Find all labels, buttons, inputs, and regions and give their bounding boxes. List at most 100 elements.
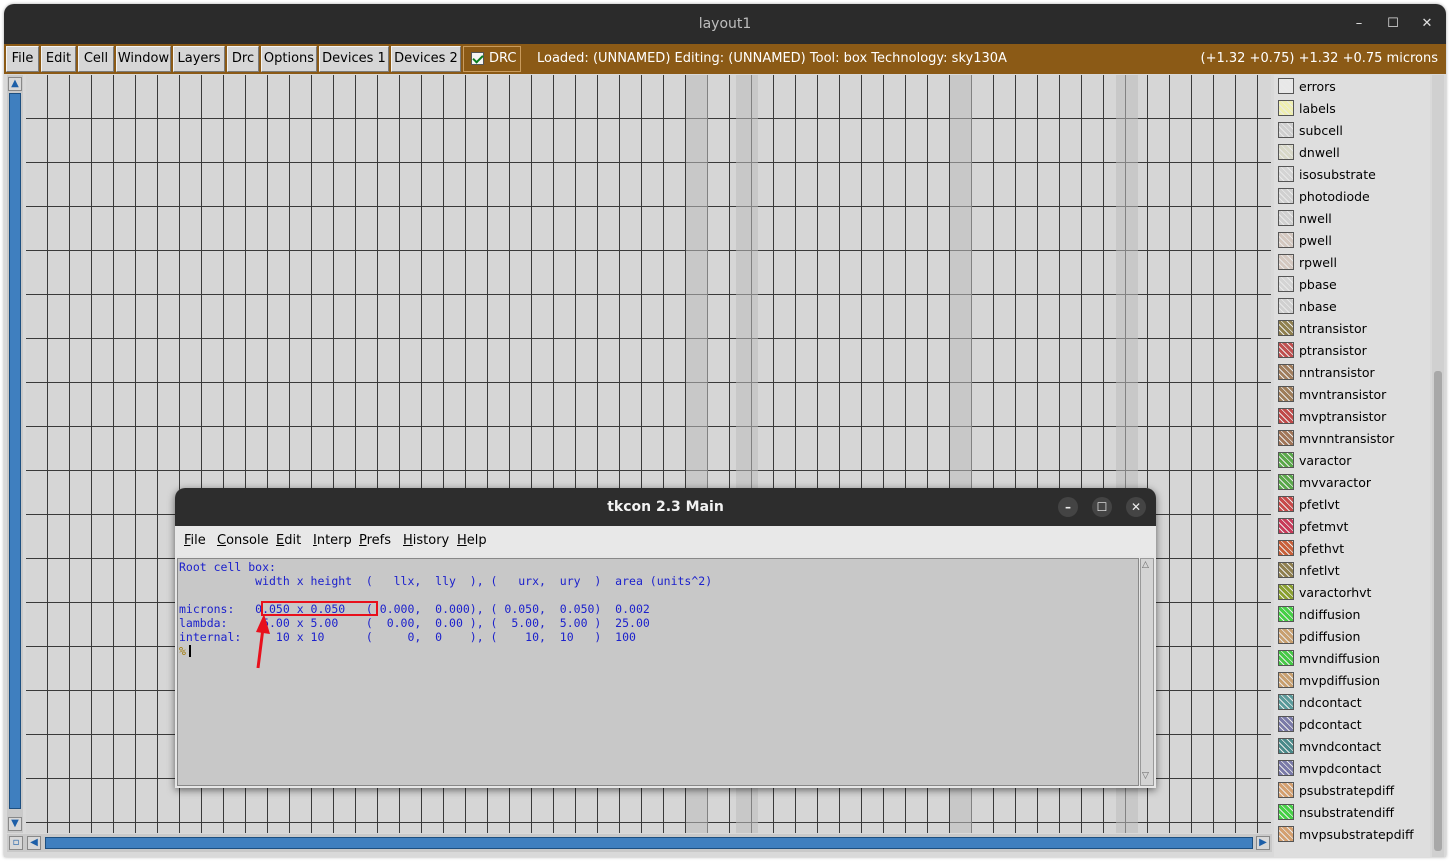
layer-item-nwell[interactable]: nwell bbox=[1274, 208, 1430, 230]
menu-label-rest: elp bbox=[466, 533, 487, 548]
window-titlebar[interactable]: layout1 – ☐ ✕ bbox=[4, 4, 1446, 44]
tkcon-titlebar[interactable]: tkcon 2.3 Main – ☐ ✕ bbox=[175, 488, 1156, 526]
layer-item-labels[interactable]: labels bbox=[1274, 98, 1430, 120]
tkcon-menu-history[interactable]: History bbox=[403, 526, 449, 556]
horizontal-scrollbar[interactable]: ▫ ◀ ▶ bbox=[7, 834, 1272, 852]
layer-item-rpwell[interactable]: rpwell bbox=[1274, 252, 1430, 274]
cursor-coordinates: (+1.32 +0.75) +1.32 +0.75 microns bbox=[1200, 51, 1438, 66]
layer-item-nntransistor[interactable]: nntransistor bbox=[1274, 362, 1430, 384]
layer-item-ptransistor[interactable]: ptransistor bbox=[1274, 340, 1430, 362]
layer-item-ndcontact[interactable]: ndcontact bbox=[1274, 692, 1430, 714]
scroll-left-icon[interactable]: ◀ bbox=[27, 836, 41, 850]
layer-swatch-icon bbox=[1278, 452, 1294, 468]
layer-item-mvnntransistor[interactable]: mvnntransistor bbox=[1274, 428, 1430, 450]
layer-name: pfetlvt bbox=[1299, 497, 1340, 512]
minimize-icon[interactable]: – bbox=[1350, 15, 1368, 33]
layer-name: pfetmvt bbox=[1299, 519, 1349, 534]
layer-name: nbase bbox=[1299, 299, 1337, 314]
menu-file[interactable]: File bbox=[6, 46, 39, 72]
tkcon-menu-console[interactable]: Console bbox=[217, 526, 269, 556]
layer-name: nwell bbox=[1299, 211, 1332, 226]
maximize-icon[interactable]: ☐ bbox=[1384, 15, 1402, 33]
layer-swatch-icon bbox=[1278, 364, 1294, 380]
layer-palette-scroll-thumb[interactable] bbox=[1434, 371, 1442, 851]
layer-swatch-icon bbox=[1278, 672, 1294, 688]
scroll-up-icon[interactable]: ▲ bbox=[8, 77, 22, 91]
layer-item-varactor[interactable]: varactor bbox=[1274, 450, 1430, 472]
scroll-down-icon[interactable]: ▼ bbox=[8, 817, 22, 831]
layer-name: mvptransistor bbox=[1299, 409, 1387, 424]
tkcon-menu-interp[interactable]: Interp bbox=[313, 526, 352, 556]
layer-swatch-icon bbox=[1278, 276, 1294, 292]
tkcon-menu-file[interactable]: File bbox=[184, 526, 206, 556]
menu-mnemonic: C bbox=[217, 533, 227, 548]
layer-item-nfetlvt[interactable]: nfetlvt bbox=[1274, 560, 1430, 582]
layer-item-mvptransistor[interactable]: mvptransistor bbox=[1274, 406, 1430, 428]
drc-toggle[interactable]: DRC bbox=[463, 46, 521, 72]
layer-item-pfetmvt[interactable]: pfetmvt bbox=[1274, 516, 1430, 538]
layer-item-errors[interactable]: errors bbox=[1274, 76, 1430, 98]
tkcon-minimize-icon[interactable]: – bbox=[1058, 497, 1078, 517]
vertical-scroll-thumb[interactable] bbox=[9, 93, 21, 809]
layer-item-ntransistor[interactable]: ntransistor bbox=[1274, 318, 1430, 340]
menu-options[interactable]: Options bbox=[261, 46, 317, 72]
layer-item-varactorhvt[interactable]: varactorhvt bbox=[1274, 582, 1430, 604]
layer-item-mvpdcontact[interactable]: mvpdcontact bbox=[1274, 758, 1430, 780]
tkcon-console[interactable]: Root cell box: width x height ( llx, lly… bbox=[177, 558, 1139, 786]
layer-item-psubstratepdiff[interactable]: psubstratepdiff bbox=[1274, 780, 1430, 802]
drc-checkbox[interactable] bbox=[471, 52, 484, 65]
layer-name: nfetlvt bbox=[1299, 563, 1340, 578]
tkcon-menubar: File Console Edit Interp Prefs History Help bbox=[175, 526, 1156, 556]
layer-swatch-icon bbox=[1278, 386, 1294, 402]
layer-item-mvvaractor[interactable]: mvvaractor bbox=[1274, 472, 1430, 494]
tkcon-menu-help[interactable]: Help bbox=[457, 526, 487, 556]
vertical-scrollbar[interactable]: ▲ ▼ bbox=[7, 75, 23, 833]
horizontal-scroll-thumb[interactable] bbox=[45, 837, 1253, 849]
layer-item-ndiffusion[interactable]: ndiffusion bbox=[1274, 604, 1430, 626]
layer-item-photodiode[interactable]: photodiode bbox=[1274, 186, 1430, 208]
layer-swatch-icon bbox=[1278, 782, 1294, 798]
menu-devices-1[interactable]: Devices 1 bbox=[319, 46, 389, 72]
console-line: internal: 10 x 10 ( 0, 0 ), ( 10, 10 ) 1… bbox=[179, 630, 636, 644]
layer-name: ndiffusion bbox=[1299, 607, 1361, 622]
close-icon[interactable]: ✕ bbox=[1418, 15, 1436, 33]
layer-name: ptransistor bbox=[1299, 343, 1367, 358]
layer-item-nbase[interactable]: nbase bbox=[1274, 296, 1430, 318]
menu-window[interactable]: Window bbox=[116, 46, 171, 72]
layer-item-pdiffusion[interactable]: pdiffusion bbox=[1274, 626, 1430, 648]
zoom-box-icon[interactable]: ▫ bbox=[9, 836, 23, 850]
menu-cell[interactable]: Cell bbox=[78, 46, 114, 72]
tkcon-maximize-icon[interactable]: ☐ bbox=[1092, 497, 1112, 517]
menu-devices-2[interactable]: Devices 2 bbox=[391, 46, 461, 72]
layer-item-pfetlvt[interactable]: pfetlvt bbox=[1274, 494, 1430, 516]
layer-item-pwell[interactable]: pwell bbox=[1274, 230, 1430, 252]
layer-item-mvpdiffusion[interactable]: mvpdiffusion bbox=[1274, 670, 1430, 692]
layer-swatch-icon bbox=[1278, 760, 1294, 776]
tkcon-scrollbar[interactable]: △ ▽ bbox=[1140, 558, 1154, 786]
layer-swatch-icon bbox=[1278, 628, 1294, 644]
menu-drc[interactable]: Drc bbox=[227, 46, 259, 72]
tkcon-scroll-up-icon[interactable]: △ bbox=[1142, 560, 1149, 570]
layer-item-isosubstrate[interactable]: isosubstrate bbox=[1274, 164, 1430, 186]
layer-item-mvntransistor[interactable]: mvntransistor bbox=[1274, 384, 1430, 406]
layer-item-pbase[interactable]: pbase bbox=[1274, 274, 1430, 296]
layer-item-mvpsubstratepdiff[interactable]: mvpsubstratepdiff bbox=[1274, 824, 1430, 846]
menu-label-rest: refs bbox=[366, 533, 392, 548]
tkcon-scroll-down-icon[interactable]: ▽ bbox=[1142, 771, 1149, 781]
layer-item-mvndiffusion[interactable]: mvndiffusion bbox=[1274, 648, 1430, 670]
layer-name: mvvaractor bbox=[1299, 475, 1371, 490]
layer-item-dnwell[interactable]: dnwell bbox=[1274, 142, 1430, 164]
layer-name: nsubstratendiff bbox=[1299, 805, 1395, 820]
tkcon-close-icon[interactable]: ✕ bbox=[1126, 497, 1146, 517]
layer-item-subcell[interactable]: subcell bbox=[1274, 120, 1430, 142]
layer-item-nsubstratendiff[interactable]: nsubstratendiff bbox=[1274, 802, 1430, 824]
layer-item-pfethvt[interactable]: pfethvt bbox=[1274, 538, 1430, 560]
tkcon-menu-prefs[interactable]: Prefs bbox=[359, 526, 391, 556]
tkcon-menu-edit[interactable]: Edit bbox=[276, 526, 301, 556]
scroll-right-icon[interactable]: ▶ bbox=[1256, 836, 1270, 850]
menu-edit[interactable]: Edit bbox=[41, 46, 76, 72]
layer-palette-scrollbar[interactable] bbox=[1432, 75, 1444, 857]
layer-item-mvndcontact[interactable]: mvndcontact bbox=[1274, 736, 1430, 758]
layer-item-pdcontact[interactable]: pdcontact bbox=[1274, 714, 1430, 736]
menu-layers[interactable]: Layers bbox=[173, 46, 225, 72]
